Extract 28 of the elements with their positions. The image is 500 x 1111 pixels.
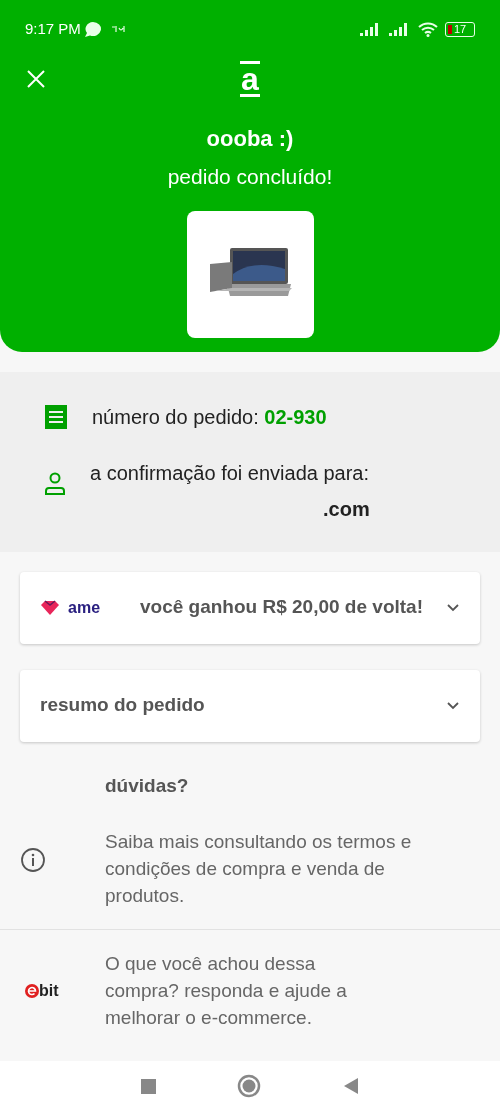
confirmation-label: a confirmação foi enviada para: [90, 460, 370, 486]
brand-name: ame [68, 597, 102, 618]
help-text[interactable]: Saiba mais consultando os termos e condições de compra e venda de produtos. [105, 828, 445, 909]
brand-name: bit [39, 980, 59, 1001]
wifi-icon [418, 21, 438, 37]
summary-title: resumo do pedido [40, 693, 205, 718]
person-icon [44, 471, 66, 496]
logo: a [240, 61, 260, 97]
recents-button[interactable] [140, 1078, 156, 1094]
receipt-icon [44, 403, 68, 430]
header-subtitle: pedido concluído! [167, 164, 333, 190]
heart-icon [40, 599, 60, 616]
order-summary-card[interactable]: resumo do pedido [20, 669, 480, 742]
cashback-card[interactable]: ame você ganhou R$ 20,00 de volta! [20, 571, 480, 644]
chat-bubble-icon [83, 20, 102, 38]
email-text: .com [322, 496, 370, 522]
battery-indicator: 17 [445, 21, 475, 37]
info-icon [20, 847, 46, 874]
help-title: dúvidas? [105, 773, 190, 798]
order-number: número do pedido: 02-930 [92, 404, 327, 430]
status-time: 9:17 PM [25, 18, 81, 39]
cashback-text: você ganhou R$ 20,00 de volta! [140, 595, 423, 620]
feedback-text[interactable]: O que você achou dessa compra? responda e ajude a melhorar o e-commerce. [105, 950, 375, 1031]
header-title: oooba :) [206, 125, 294, 153]
home-button[interactable] [237, 1074, 262, 1098]
e-circle-icon [25, 983, 39, 998]
close-icon[interactable] [26, 69, 46, 89]
back-button[interactable] [343, 1077, 360, 1095]
